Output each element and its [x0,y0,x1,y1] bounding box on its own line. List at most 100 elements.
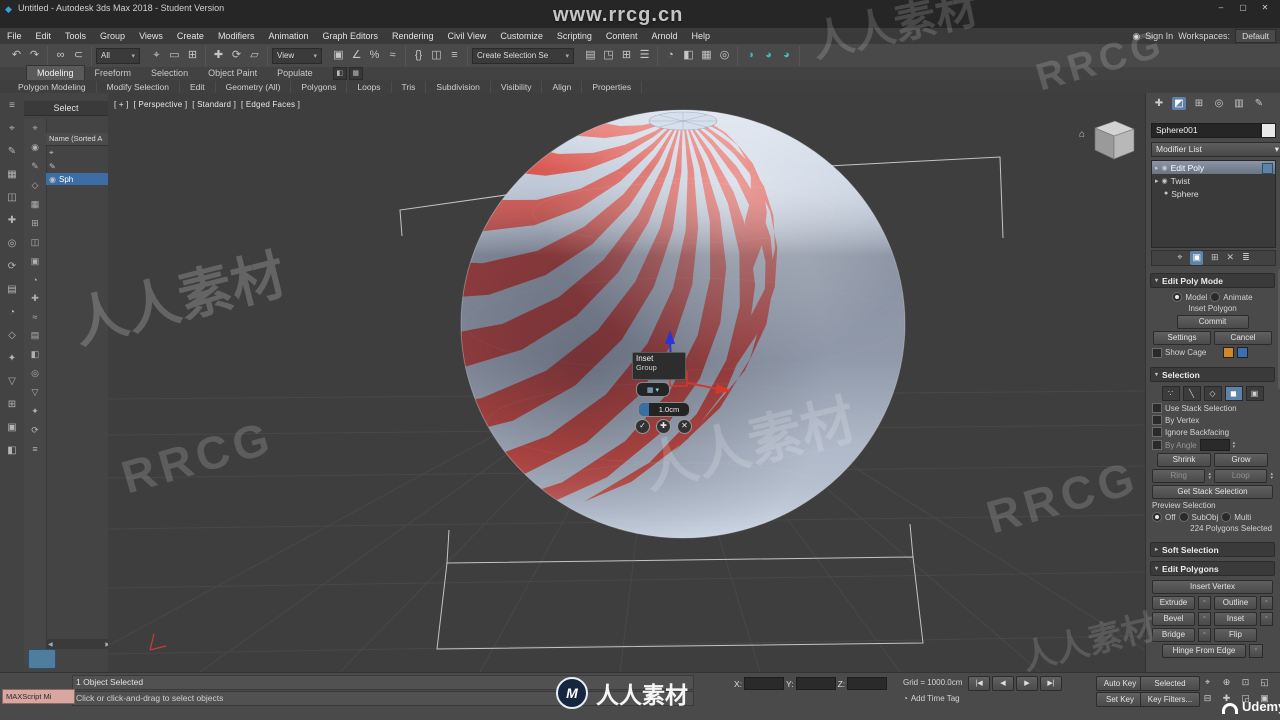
menu-item[interactable]: Edit [29,28,59,44]
tab-create[interactable]: ✚ [1152,97,1166,110]
named-set-icon[interactable]: ≡ [446,47,463,64]
explorer-tool-icon[interactable]: ◧ [31,349,40,360]
explorer-column-header[interactable]: Name (Sorted A [46,133,111,146]
caddy-cancel-button[interactable]: ✕ [677,419,692,434]
left-strip-icon[interactable]: ◔ [4,306,20,320]
x-field[interactable] [744,677,785,690]
menu-item[interactable]: Modifiers [211,28,262,44]
left-strip-icon[interactable]: ⌖ [4,122,20,136]
caddy-apply-button[interactable]: ✚ [656,419,671,434]
left-strip-icon[interactable]: ◇ [4,329,20,343]
explorer-tool-icon[interactable]: ▣ [31,256,40,267]
spinner-icon[interactable]: ▴ ▾ [1270,472,1273,481]
tab-display[interactable]: ▥ [1232,97,1246,110]
menu-item[interactable]: Tools [58,28,93,44]
list-item[interactable]: ⌖ [46,147,111,159]
modifier-list-dropdown[interactable]: Modifier List ▾ [1151,142,1280,157]
show-cage-checkbox[interactable] [1152,347,1162,358]
outline-button[interactable]: Outline [1214,596,1257,610]
spinner-icon[interactable]: ▴ ▾ [1233,441,1236,450]
explorer-tool-icon[interactable]: ⊞ [31,218,39,229]
viewport-menu-general[interactable]: [ + ] [114,100,129,109]
left-strip-icon[interactable]: ◧ [4,444,20,458]
expand-icon[interactable]: ▸ [1155,177,1159,185]
polygon-mode-icon[interactable]: ◼ [1224,386,1243,401]
toolbar-icon[interactable]: ◎ [716,47,733,64]
ribbon-section[interactable]: Polygon Modeling [8,80,97,93]
flip-button[interactable]: Flip [1214,628,1257,642]
left-strip-icon[interactable]: ◫ [4,191,20,205]
explorer-tool-icon[interactable]: ⌖ [32,123,37,134]
ribbon-extra-icon[interactable]: ◧ [332,67,347,80]
ribbon-tab-freeform[interactable]: Freeform [85,66,142,80]
cage-selected-color-swatch[interactable] [1237,347,1249,358]
explorer-tool-icon[interactable]: ✦ [31,406,39,417]
viewport-nav-icon[interactable]: ⊟ [1200,692,1215,705]
rollout-selection-header[interactable]: ▾ Selection [1150,367,1275,382]
menu-item[interactable]: Content [599,28,645,44]
transform-tool-icon[interactable]: ✚ [210,47,227,64]
spinner-icon[interactable]: ▴ ▾ [1208,472,1211,481]
left-strip-icon[interactable]: ≡ [4,99,20,113]
key-filters-button[interactable]: Key Filters... [1140,692,1200,707]
pin-stack-icon[interactable]: ⌖ [1177,251,1182,265]
tab-modify[interactable]: ◩ [1172,97,1186,110]
left-strip-icon[interactable]: ✚ [4,214,20,228]
menu-item[interactable]: Scripting [550,28,599,44]
ribbon-section[interactable]: Properties [582,80,643,93]
hinge-settings-button[interactable]: ▫ [1249,644,1263,658]
ref-coord-dropdown[interactable]: View ▾ [272,47,322,64]
ring-button[interactable]: Ring [1152,469,1206,483]
scroll-left-icon[interactable]: ◀ [48,641,53,648]
explorer-tool-icon[interactable]: ▦ [31,199,40,210]
shrink-button[interactable]: Shrink [1157,453,1211,467]
menu-item[interactable]: Create [170,28,211,44]
left-strip-icon[interactable]: ✦ [4,352,20,366]
add-time-tag[interactable]: ◔ Add Time Tag [903,694,960,703]
viewport-canvas[interactable]: ⌂ [108,93,1145,672]
viewport-menu-shading[interactable]: [ Edged Faces ] [241,100,300,109]
caddy-group-dropdown[interactable]: ▦ ▾ [636,382,670,397]
transform-tool-icon[interactable]: ⟳ [228,47,245,64]
menu-item[interactable]: Animation [261,28,315,44]
toolbar-icon[interactable]: ▦ [698,47,715,64]
preview-subobj-radio[interactable] [1178,512,1189,522]
menu-item[interactable]: Graph Editors [315,28,385,44]
modifier-enable-icon[interactable]: ◉ [1162,177,1168,185]
viewport-nav-icon[interactable]: ◲ [1238,692,1253,705]
workspace-dropdown[interactable]: Default [1235,29,1276,43]
ribbon-section[interactable]: Loops [347,80,392,93]
transform-tool-icon[interactable]: ▱ [246,47,263,64]
ribbon-section[interactable]: Tris [392,80,427,93]
ribbon-section[interactable]: Edit [180,80,216,93]
grow-button[interactable]: Grow [1214,453,1268,467]
editor-icon[interactable]: ⊞ [618,47,635,64]
vertex-mode-icon[interactable]: ∵ [1161,386,1180,401]
link-icon[interactable]: ⊂ [70,47,87,64]
snap-toggle-icon[interactable]: ▣ [330,47,347,64]
stack-row-sphere[interactable]: ● Sphere [1152,187,1275,200]
left-strip-icon[interactable]: ▽ [4,375,20,389]
hinge-from-edge-button[interactable]: Hinge From Edge [1162,644,1246,658]
explorer-hscrollbar[interactable]: ◀ ▶ [46,639,112,649]
render-icon[interactable]: ◕ [760,47,777,64]
snap-toggle-icon[interactable]: % [366,47,383,64]
caddy-amount-slider[interactable] [639,403,649,416]
explorer-tool-icon[interactable]: ▤ [31,330,40,341]
by-angle-field[interactable] [1199,439,1230,451]
ribbon-section[interactable]: Subdivision [426,80,491,93]
explorer-tool-icon[interactable]: ◫ [31,237,40,248]
menu-item[interactable]: File [0,28,29,44]
explorer-tool-icon[interactable]: ✚ [31,293,39,304]
ribbon-section[interactable]: Polygons [291,80,348,93]
viewport-nav-icon[interactable]: ▣ [1257,692,1272,705]
menu-item[interactable]: Civil View [441,28,494,44]
caddy-ok-button[interactable]: ✓ [635,419,650,434]
menu-item[interactable]: Rendering [385,28,441,44]
configure-modifier-icon[interactable]: ≣ [1242,251,1250,265]
outline-settings-button[interactable]: ▫ [1259,596,1273,610]
perspective-viewport[interactable]: ⌂ [ + ] [ Perspective ] [ Standard ] [ E… [108,93,1145,672]
auto-key-button[interactable]: Auto Key [1096,676,1144,691]
rollout-soft-selection-header[interactable]: ▸ Soft Selection [1150,542,1275,557]
insert-vertex-button[interactable]: Insert Vertex [1152,580,1273,594]
